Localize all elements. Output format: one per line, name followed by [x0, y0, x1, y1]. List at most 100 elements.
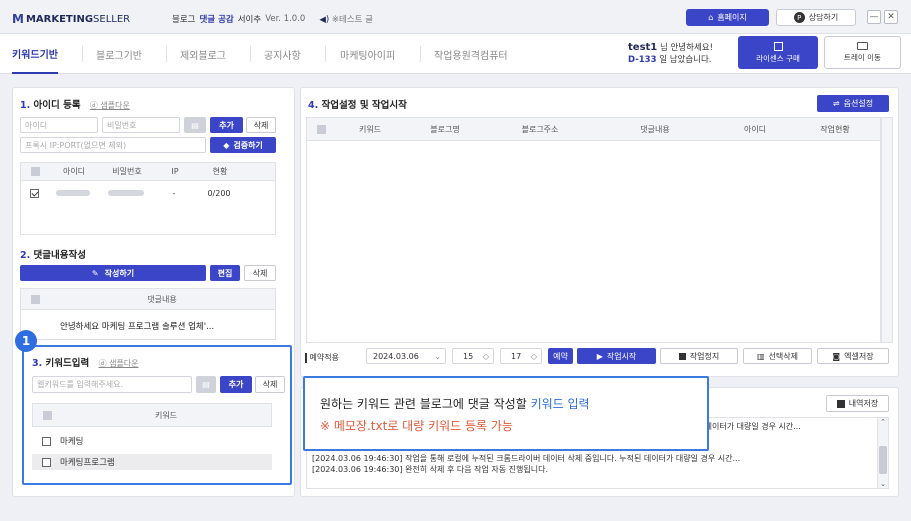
proxy-input[interactable]: 프록시 IP:PORT(없으면 제외) — [20, 137, 206, 153]
add-id-button[interactable]: 추가 — [210, 117, 243, 133]
section3-title: 3. 키워드입력 ⓓ 샘플다운 — [32, 355, 139, 369]
user-info: test1 님 안녕하세요! D-133 일 남았습니다. — [628, 42, 713, 66]
delete-id-button[interactable]: 삭제 — [246, 117, 276, 133]
logo-seller: SELLER — [93, 13, 131, 25]
keyword-table-header: 키워드 — [32, 403, 272, 427]
task-table-scrollbar[interactable] — [881, 117, 893, 343]
license-purchase-button[interactable]: 라이센스 구매 — [738, 36, 818, 69]
reserve-toggle[interactable]: 예약적용 — [305, 352, 339, 363]
row-checkbox[interactable] — [32, 436, 60, 446]
monitor-icon — [857, 42, 868, 50]
homepage-button[interactable]: ⌂ 홈페이지 — [686, 9, 769, 26]
col-password: 비밀번호 — [112, 167, 142, 176]
log-line: [2024.03.06 19:46:30] 작업을 통해 로컬에 누적된 크롬드… — [312, 454, 741, 463]
delete-selected-button[interactable]: ▥ 선택삭제 — [743, 348, 812, 364]
sliders-icon: ⇌ — [832, 99, 840, 108]
comment-row[interactable]: 안녕하세요 마케팅 프로그램 솔루션 업체'... — [60, 320, 214, 332]
logo-mark: M — [12, 12, 24, 26]
tab-divider — [82, 46, 83, 62]
write-comment-label: 작성하기 — [104, 268, 135, 278]
license-purchase-label: 라이센스 구매 — [756, 53, 800, 63]
excel-save-button[interactable]: ◙ 엑셀저장 — [817, 348, 889, 364]
select-all-checkbox[interactable] — [21, 167, 49, 176]
consult-label: 상담하기 — [808, 13, 839, 22]
callout-line2: ※ 메모장.txt로 대량 키워드 등록 가능 — [320, 419, 513, 433]
toggle-indicator — [305, 352, 307, 363]
col-blog-name: 블로그명 — [430, 124, 460, 134]
reserve-label: 예약적용 — [309, 353, 339, 362]
save-history-button[interactable]: 내역저장 — [826, 395, 889, 412]
callout-box — [303, 376, 709, 451]
reserve-date-picker[interactable]: 2024.03.06 ⌄ — [366, 348, 446, 364]
hour-value: 15 — [463, 351, 474, 361]
delete-keyword-button[interactable]: 삭제 — [255, 376, 285, 393]
select-all-checkbox[interactable] — [33, 410, 61, 420]
minute-stepper[interactable]: 17 ◇ — [500, 348, 542, 364]
section2-title: 2. 댓글내용작성 — [20, 247, 86, 261]
tab-blog[interactable]: 블로그기반 — [96, 34, 142, 74]
excel-save-label: 엑셀저장 — [844, 351, 874, 361]
home-icon: ⌂ — [708, 13, 714, 22]
file-icon[interactable]: ▤ — [184, 117, 206, 133]
section1-sample-download[interactable]: ⓓ 샘플다운 — [90, 101, 130, 110]
select-all-checkbox[interactable] — [307, 124, 335, 134]
edit-comment-button[interactable]: 편집 — [210, 265, 240, 281]
option-settings-button[interactable]: ⇌ 옵션설정 — [817, 95, 889, 112]
task-table-body — [306, 141, 881, 343]
list-item[interactable]: 마케팅프로그램 — [32, 454, 272, 470]
tab-notice[interactable]: 공지사항 — [264, 34, 301, 74]
row-checkbox[interactable] — [32, 457, 60, 467]
keyword-input[interactable]: 웹키워드를 입력해주세요. — [32, 376, 192, 393]
test-post-toggle[interactable]: ◀) ※테스트 글 — [319, 13, 373, 25]
stop-task-button[interactable]: 작업정지 — [660, 348, 738, 364]
tab-marketing-ip[interactable]: 마케팅아이피 — [340, 34, 395, 74]
section4-title: 4. 작업설정 및 작업시작 — [308, 97, 407, 111]
delete-comment-button[interactable]: 삭제 — [244, 265, 276, 281]
user-greeting: 님 안녕하세요! — [659, 43, 713, 53]
row-checkbox[interactable] — [20, 188, 48, 198]
col-blog-url: 블로그주소 — [521, 124, 559, 134]
list-item[interactable]: 마케팅 — [32, 433, 272, 449]
write-comment-button[interactable]: ✎ 작성하기 — [20, 265, 206, 281]
title-bar — [0, 0, 911, 34]
id-input[interactable]: 아이디 — [20, 117, 98, 133]
tab-remote-pc[interactable]: 작업용원격컴퓨터 — [434, 34, 508, 74]
table-row[interactable]: - 0/200 — [20, 186, 276, 200]
scrollbar-thumb[interactable] — [879, 446, 887, 474]
reserve-date: 2024.03.06 — [373, 351, 419, 361]
col-status: 현황 — [212, 167, 228, 176]
tab-excluded-blog[interactable]: 제외블로그 — [180, 34, 226, 74]
homepage-label: 홈페이지 — [717, 13, 747, 22]
chevron-up-icon[interactable]: ⌃ — [878, 418, 888, 426]
callout-line1: 원하는 키워드 관련 블로그에 댓글 작성할 키워드 입력 — [320, 395, 590, 412]
delete-selected-label: 선택삭제 — [768, 351, 798, 361]
verify-button[interactable]: ◆ 검증하기 — [210, 137, 276, 153]
close-button[interactable]: ✕ — [884, 10, 898, 24]
section1-number: 1. — [20, 100, 31, 111]
chevron-down-icon: ⌄ — [434, 351, 441, 361]
add-keyword-button[interactable]: 추가 — [220, 376, 252, 393]
section3-title-text: 키워드입력 — [45, 358, 90, 369]
col-ip: IP — [171, 167, 179, 176]
start-task-label: 작업시작 — [606, 351, 637, 361]
tray-move-button[interactable]: 트레이 이동 — [824, 36, 901, 69]
reserve-button[interactable]: 예약 — [548, 348, 573, 364]
minimize-button[interactable]: — — [867, 10, 881, 24]
license-icon — [773, 41, 783, 51]
keyword-text: 마케팅프로그램 — [60, 458, 115, 468]
password-input[interactable]: 비밀번호 — [102, 117, 180, 133]
user-name: test1 — [628, 42, 658, 53]
speaker-icon: ◀) — [319, 15, 330, 25]
tray-move-label: 트레이 이동 — [844, 53, 881, 62]
log-scrollbar[interactable]: ⌃ ⌄ — [877, 417, 889, 489]
section3-sample-download[interactable]: ⓓ 샘플다운 — [99, 359, 139, 368]
tab-keyword[interactable]: 키워드기반 — [12, 34, 58, 74]
pencil-icon: ✎ — [91, 268, 99, 278]
select-all-checkbox[interactable] — [21, 294, 49, 304]
stepper-icon: ◇ — [482, 351, 489, 361]
consult-button[interactable]: P 상담하기 — [776, 9, 856, 26]
hour-stepper[interactable]: 15 ◇ — [452, 348, 494, 364]
chevron-down-icon[interactable]: ⌄ — [878, 480, 888, 488]
start-task-button[interactable]: ▶ 작업시작 — [577, 348, 656, 364]
file-icon[interactable]: ▤ — [196, 376, 216, 393]
